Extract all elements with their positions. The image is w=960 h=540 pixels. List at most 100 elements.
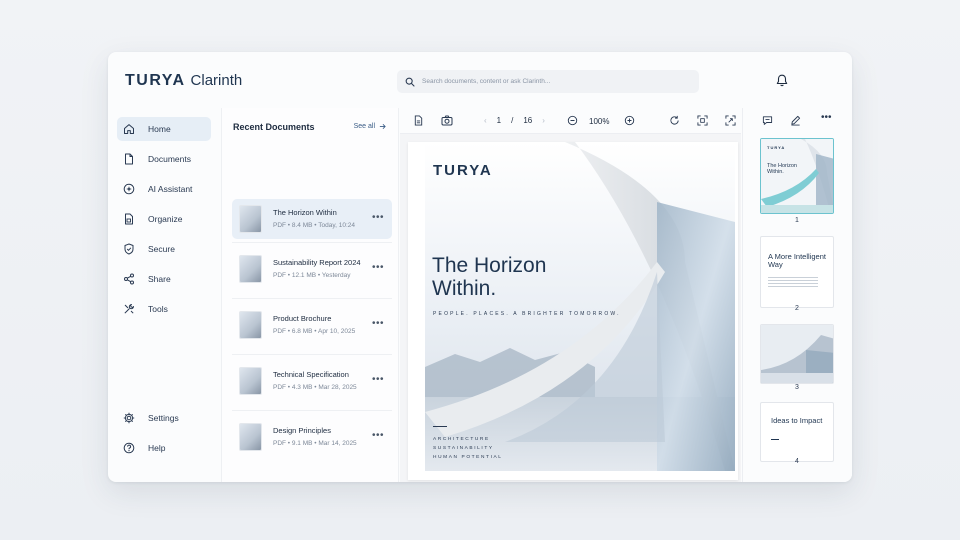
fit-page-icon[interactable]	[697, 115, 708, 126]
thumbnail-page-number: 3	[795, 384, 799, 391]
cover-rule	[433, 426, 447, 427]
page-current[interactable]: 1	[497, 116, 501, 125]
sidebar-item-label: Secure	[148, 244, 175, 254]
document-thumbnail	[239, 423, 262, 451]
logo-product: Clarinth	[190, 72, 243, 89]
page-thumbnail-4[interactable]: Ideas to Impact	[760, 402, 834, 462]
sidebar-item-share[interactable]: Share	[117, 267, 211, 291]
sidebar-item-label: Organize	[148, 214, 183, 224]
page-navigator: ‹ 1 / 16 ›	[484, 116, 545, 125]
list-item-document[interactable]: Sustainability Report 2024 PDF • 12.1 MB…	[232, 249, 392, 289]
thumbnail-title: Ideas to Impact	[771, 416, 823, 425]
sidebar-item-secure[interactable]: Secure	[117, 237, 211, 261]
ai-sparkle-icon	[123, 183, 135, 195]
document-meta: PDF • 4.3 MB • Mar 28, 2025	[273, 384, 357, 391]
more-options-icon[interactable]: •••	[372, 263, 384, 273]
sidebar-item-help[interactable]: Help	[117, 436, 211, 460]
more-options-icon[interactable]: •••	[372, 431, 384, 441]
thumbnail-brand: TURYA	[767, 145, 786, 150]
page-separator: /	[511, 116, 514, 125]
home-icon	[124, 124, 134, 134]
page-thumbnail-1[interactable]: TURYA The Horizon Within.	[760, 138, 834, 214]
list-item-document[interactable]: Product Brochure PDF • 6.8 MB • Apr 10, …	[232, 305, 392, 345]
organize-icon	[125, 213, 133, 225]
document-name: Sustainability Report 2024	[273, 258, 361, 267]
cover-brand: TURYA	[433, 162, 493, 179]
document-name: Design Principles	[273, 426, 331, 435]
zoom-level[interactable]: 100%	[589, 117, 609, 126]
sidebar-item-ai-assistant[interactable]: AI Assistant	[117, 177, 211, 201]
list-item-document[interactable]: The Horizon Within PDF • 8.4 MB • Today,…	[232, 199, 392, 239]
sidebar-item-organize[interactable]: Organize	[117, 207, 211, 231]
document-meta: PDF • 8.4 MB • Today, 10:24	[273, 222, 355, 229]
document-thumbnail	[239, 367, 262, 395]
sidebar-item-documents[interactable]: Documents	[117, 147, 211, 171]
share-icon	[124, 273, 134, 285]
arrow-right-icon	[379, 124, 386, 129]
cover-footer-line: ARCHITECTURE	[433, 437, 490, 442]
thumbnail-rule	[771, 439, 779, 440]
viewer-toolbar: ‹ 1 / 16 › 100%	[400, 108, 741, 134]
next-page-icon[interactable]: ›	[542, 116, 545, 125]
cover-photo	[425, 142, 735, 471]
zoom-out-icon[interactable]	[567, 115, 578, 126]
sidebar-item-label: Documents	[148, 154, 191, 164]
list-item-document[interactable]: Design Principles PDF • 9.1 MB • Mar 14,…	[232, 417, 392, 457]
app-logo: TURYA Clarinth	[125, 72, 242, 90]
cover-footer: ARCHITECTURE SUSTAINABILITY HUMAN POTENT…	[433, 435, 503, 462]
thumbnail-text-lines	[768, 277, 818, 278]
shield-icon	[124, 243, 134, 255]
app-window: TURYA Clarinth Search documents, content…	[108, 52, 852, 482]
sidebar-item-home[interactable]: Home	[117, 117, 211, 141]
document-meta: PDF • 12.1 MB • Yesterday	[273, 272, 351, 279]
sidebar: Home Documents AI Assistant Organize Sec…	[108, 108, 220, 482]
recent-documents-title: Recent Documents	[233, 122, 315, 132]
divider	[232, 354, 392, 355]
sidebar-item-label: Home	[148, 124, 171, 134]
divider	[232, 410, 392, 411]
prev-page-icon[interactable]: ‹	[484, 116, 487, 125]
gear-icon	[123, 412, 135, 424]
more-options-icon[interactable]: •••	[372, 213, 384, 223]
camera-icon[interactable]	[441, 115, 453, 126]
thumbnail-page-number: 4	[795, 458, 799, 465]
zoom-in-icon[interactable]	[624, 115, 635, 126]
list-item-document[interactable]: Technical Specification PDF • 4.3 MB • M…	[232, 361, 392, 401]
page-total: 16	[523, 116, 533, 125]
more-options-icon[interactable]: •••	[372, 375, 384, 385]
thumbnail-page-number: 2	[795, 305, 799, 312]
document-meta: PDF • 6.8 MB • Apr 10, 2025	[273, 328, 356, 335]
search-input[interactable]: Search documents, content or ask Clarint…	[397, 70, 699, 93]
help-icon	[123, 442, 135, 454]
comment-icon[interactable]	[762, 115, 773, 126]
sidebar-item-label: Share	[148, 274, 171, 284]
page-thumbnails-panel: ••• TURYA The Horizon Within. 1 A More I…	[742, 108, 852, 482]
cover-title: The Horizon Within.	[432, 254, 547, 300]
document-thumbnail	[239, 205, 262, 233]
document-thumbnail	[239, 311, 262, 339]
document-thumbnail	[239, 255, 262, 283]
pen-icon[interactable]	[790, 115, 801, 126]
sidebar-item-settings[interactable]: Settings	[117, 406, 211, 430]
cover-tagline: PEOPLE. PLACES. A BRIGHTER TOMORROW.	[433, 311, 621, 317]
document-icon	[125, 153, 133, 165]
expand-icon[interactable]	[725, 115, 736, 126]
document-viewer: ‹ 1 / 16 › 100% TURYA The Horizon Within…	[400, 108, 741, 482]
more-options-icon[interactable]: •••	[821, 113, 832, 123]
file-info-icon[interactable]	[413, 115, 424, 126]
sidebar-item-label: Help	[148, 443, 166, 453]
thumbnail-title: The Horizon Within.	[767, 163, 797, 175]
sidebar-item-label: AI Assistant	[148, 184, 193, 194]
more-options-icon[interactable]: •••	[372, 319, 384, 329]
page-thumbnail-2[interactable]: A More Intelligent Way	[760, 236, 834, 308]
sidebar-item-tools[interactable]: Tools	[117, 297, 211, 321]
document-page[interactable]: TURYA The Horizon Within. PEOPLE. PLACES…	[408, 142, 738, 480]
document-name: Technical Specification	[273, 370, 349, 379]
rotate-icon[interactable]	[669, 115, 680, 126]
search-placeholder: Search documents, content or ask Clarint…	[422, 78, 551, 85]
see-all-link[interactable]: See all	[354, 123, 386, 130]
sidebar-item-label: Tools	[148, 304, 168, 314]
notification-bell-icon[interactable]	[776, 74, 788, 87]
see-all-label: See all	[353, 123, 375, 130]
page-thumbnail-3[interactable]	[760, 324, 834, 384]
